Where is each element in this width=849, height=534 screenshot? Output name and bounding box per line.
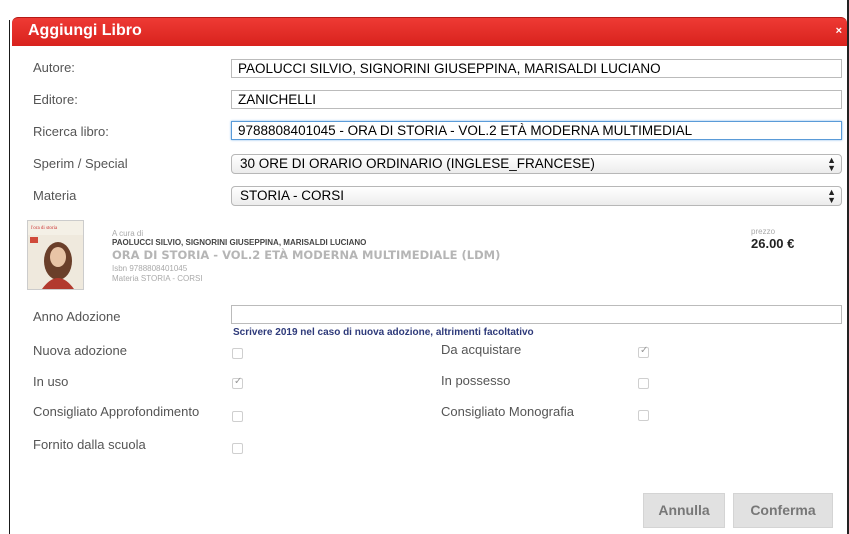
anno-adozione-input[interactable]: [231, 305, 842, 324]
da-acquistare-checkbox[interactable]: ✓: [638, 345, 649, 358]
ricerca-libro-input[interactable]: 9788808401045 - ORA DI STORIA - VOL.2 ET…: [231, 121, 842, 140]
materia-select[interactable]: STORIA - CORSI ▲ ▼: [231, 186, 842, 206]
fornito-dalla-scuola-checkbox[interactable]: [232, 443, 243, 454]
ricerca-libro-label: Ricerca libro:: [33, 124, 109, 139]
dialog-title: Aggiungi Libro: [28, 22, 142, 39]
select-arrows-icon: ▲ ▼: [827, 155, 836, 173]
anno-adozione-label: Anno Adozione: [33, 309, 121, 324]
in-uso-checkbox[interactable]: ✓: [232, 376, 243, 389]
book-authors: PAOLUCCI SILVIO, SIGNORINI GIUSEPPINA, M…: [112, 238, 367, 247]
in-uso-label: In uso: [33, 374, 69, 389]
consigliato-approfondimento-label: Consigliato Approfondimento: [33, 404, 200, 419]
book-materia: Materia STORIA - CORSI: [112, 274, 203, 283]
add-book-dialog: Aggiungi Libro × Autore: PAOLUCCI SILVIO…: [0, 0, 849, 534]
da-acquistare-label: Da acquistare: [441, 342, 522, 357]
anno-adozione-hint: Scrivere 2019 nel caso di nuova adozione…: [233, 327, 534, 338]
book-isbn: Isbn 9788808401045: [112, 264, 188, 273]
in-possesso-checkbox[interactable]: [638, 378, 649, 389]
sperim-label: Sperim / Special: [33, 156, 128, 171]
materia-selected-value: STORIA - CORSI: [240, 188, 345, 203]
materia-label: Materia: [33, 188, 77, 203]
nuova-adozione-checkbox[interactable]: [232, 348, 243, 359]
select-arrows-icon: ▲ ▼: [827, 187, 836, 205]
a-cura-di-label: A cura di: [112, 229, 144, 238]
autore-label: Autore:: [33, 60, 75, 75]
window-left-edge: [9, 20, 10, 534]
checkmark-icon: ✓: [234, 376, 243, 387]
cover-title: l'ora di storia: [31, 226, 58, 231]
dialog-titlebar: Aggiungi Libro ×: [12, 17, 847, 46]
price-value: 26.00 €: [751, 236, 795, 251]
consigliato-monografia-checkbox[interactable]: [638, 410, 649, 421]
editore-field[interactable]: ZANICHELLI: [231, 90, 842, 109]
checkmark-icon: ✓: [640, 345, 649, 356]
close-icon[interactable]: ×: [836, 25, 842, 37]
in-possesso-label: In possesso: [441, 373, 511, 388]
conferma-button[interactable]: Conferma: [733, 493, 833, 528]
fornito-dalla-scuola-label: Fornito dalla scuola: [33, 437, 146, 452]
book-title: ORA DI STORIA - VOL.2 ETÀ MODERNA MULTIM…: [112, 248, 501, 262]
nuova-adozione-label: Nuova adozione: [33, 343, 127, 358]
consigliato-approfondimento-checkbox[interactable]: [232, 411, 243, 422]
book-cover-image: l'ora di storia: [27, 220, 84, 290]
autore-field[interactable]: PAOLUCCI SILVIO, SIGNORINI GIUSEPPINA, M…: [231, 59, 842, 78]
annulla-button[interactable]: Annulla: [643, 493, 725, 528]
editore-label: Editore:: [33, 92, 78, 107]
consigliato-monografia-label: Consigliato Monografia: [441, 404, 574, 419]
book-cover-art: l'ora di storia: [28, 221, 83, 289]
sperim-selected-value: 30 ORE DI ORARIO ORDINARIO (INGLESE_FRAN…: [240, 156, 595, 171]
price-label: prezzo: [751, 227, 776, 236]
sperim-select[interactable]: 30 ORE DI ORARIO ORDINARIO (INGLESE_FRAN…: [231, 154, 842, 174]
